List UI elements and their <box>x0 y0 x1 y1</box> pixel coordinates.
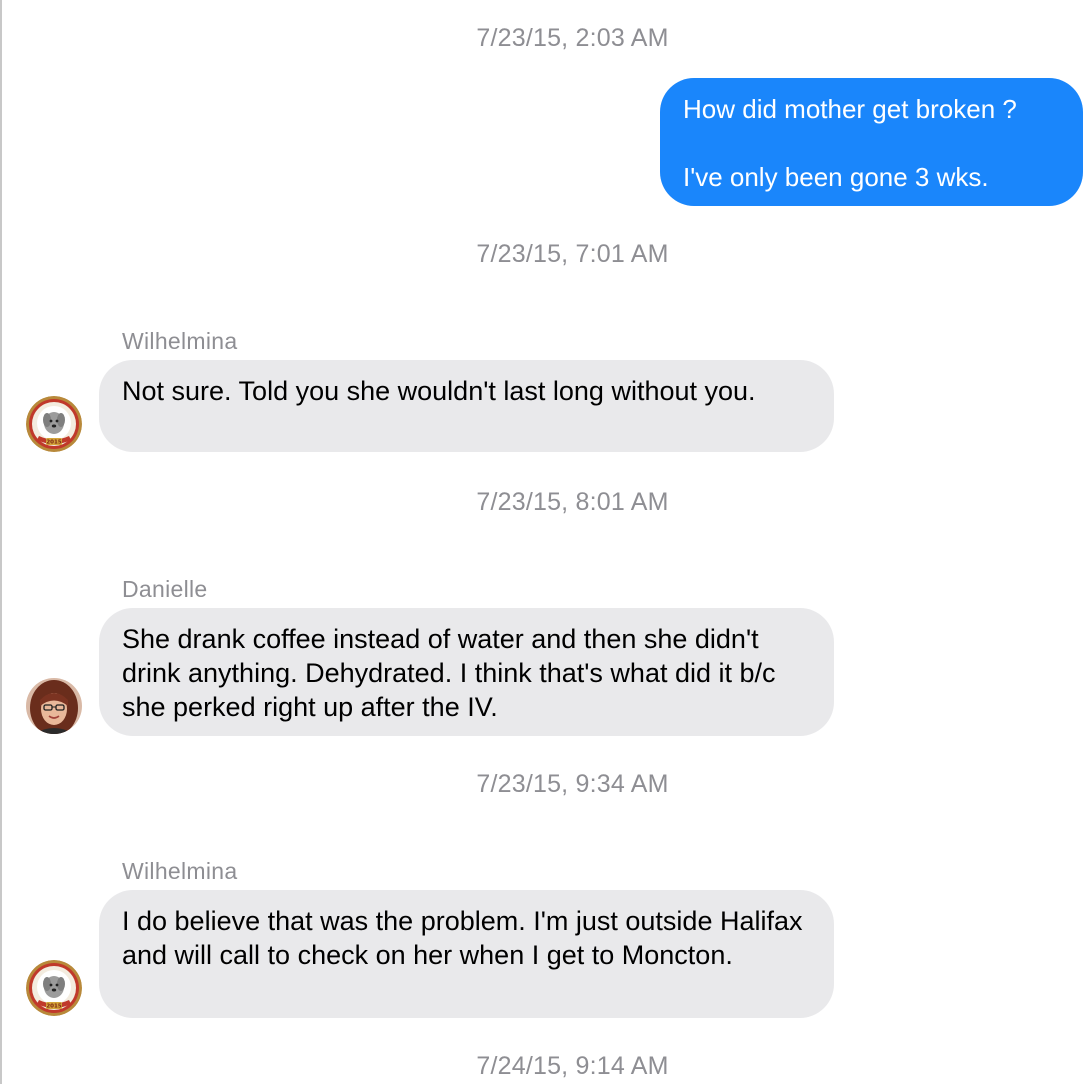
message-text: She drank coffee instead of water and th… <box>122 624 776 722</box>
timestamp: 7/23/15, 2:03 AM <box>476 24 669 52</box>
message-text: Not sure. Told you she wouldn't last lon… <box>122 376 756 406</box>
seal-dog-avatar-icon[interactable]: 2015 <box>26 960 82 1016</box>
sender-name: Wilhelmina <box>122 328 238 354</box>
sender-name: Danielle <box>122 576 208 602</box>
message-text-line: How did mother get broken ? <box>683 94 1017 124</box>
timestamp: 7/23/15, 8:01 AM <box>476 488 669 516</box>
seal-year-text: 2015 <box>46 440 61 446</box>
incoming-message-bubble[interactable]: Not sure. Told you she wouldn't last lon… <box>99 360 834 452</box>
incoming-message-bubble[interactable]: I do believe that was the problem. I'm j… <box>99 890 834 1018</box>
seal-dog-avatar-icon[interactable]: 2015 <box>26 396 82 452</box>
outgoing-message-bubble[interactable]: How did mother get broken ? I've only be… <box>660 78 1083 206</box>
sender-name: Wilhelmina <box>122 858 238 884</box>
message-text-line: I've only been gone 3 wks. <box>683 162 989 192</box>
timestamp: 7/23/15, 9:34 AM <box>476 770 669 798</box>
seal-year-text: 2015 <box>46 1004 61 1010</box>
message-text: I do believe that was the problem. I'm j… <box>122 906 803 970</box>
timestamp: 7/23/15, 7:01 AM <box>476 240 669 268</box>
incoming-message-bubble[interactable]: She drank coffee instead of water and th… <box>99 608 834 736</box>
person-photo-avatar-icon[interactable] <box>26 678 82 734</box>
timestamp: 7/24/15, 9:14 AM <box>476 1052 669 1080</box>
left-border <box>0 0 2 1084</box>
